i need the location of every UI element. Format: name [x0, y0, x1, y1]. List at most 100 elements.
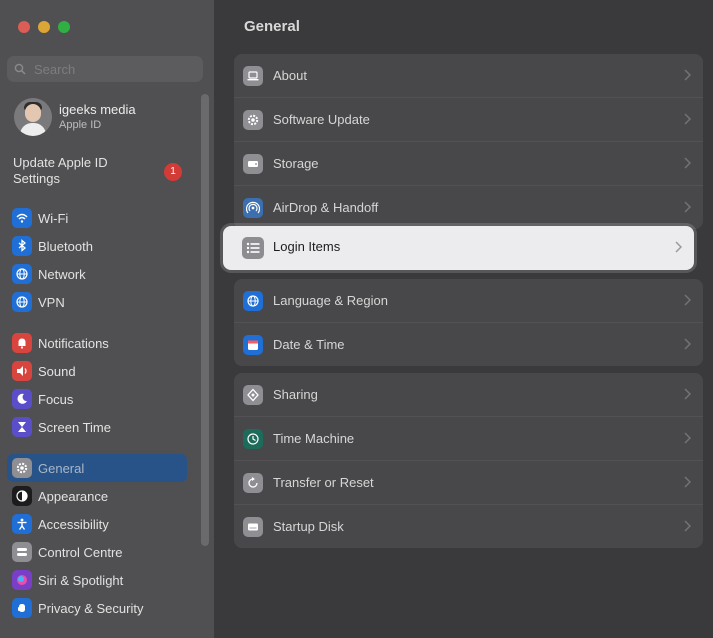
chevron-right-icon — [684, 338, 691, 350]
sidebar-item-label: Screen Time — [38, 419, 111, 435]
sidebar-item-sound[interactable]: Sound — [7, 357, 187, 385]
storage-icon — [243, 153, 263, 174]
chevron-right-icon — [684, 201, 691, 213]
settings-row-language-region[interactable]: Language & Region — [234, 279, 703, 322]
settings-group: About Software Update Storage AirDrop & Han… — [234, 54, 703, 229]
sidebar-item-label: Siri & Spotlight — [38, 572, 124, 588]
settings-row-storage[interactable]: Storage — [234, 141, 703, 185]
globe-icon — [12, 292, 32, 312]
siri-icon — [12, 570, 32, 590]
settings-row-label: Storage — [273, 156, 319, 171]
sidebar-scrollbar[interactable] — [201, 94, 209, 546]
sidebar-item-appearance[interactable]: Appearance — [7, 482, 187, 510]
sidebar-item-general[interactable]: General — [7, 454, 187, 482]
account-name: igeeks media — [59, 102, 136, 117]
gear-icon — [12, 458, 32, 478]
sidebar-item-wi-fi[interactable]: Wi-Fi — [7, 204, 187, 232]
settings-row-transfer-or-reset[interactable]: Transfer or Reset — [234, 460, 703, 504]
chevron-right-icon — [684, 388, 691, 400]
close-button[interactable] — [18, 21, 30, 33]
globe-icon — [12, 264, 32, 284]
settings-row-date-time[interactable]: Date & Time — [234, 322, 703, 366]
avatar — [14, 98, 52, 136]
sidebar-group: Wi-Fi Bluetooth Network VPN — [7, 204, 187, 316]
reset-icon — [243, 472, 263, 493]
time-machine-icon — [243, 428, 263, 449]
sidebar-item-bluetooth[interactable]: Bluetooth — [7, 232, 187, 260]
login-items-label: Login Items — [273, 239, 341, 254]
zoom-button[interactable] — [58, 21, 70, 33]
search-field[interactable] — [7, 56, 203, 82]
sidebar-item-label: Privacy & Security — [38, 600, 144, 616]
settings-row-label: Software Update — [273, 112, 370, 127]
wifi-icon — [12, 208, 32, 228]
sidebar-item-label: Sound — [38, 363, 76, 379]
hand-icon — [12, 598, 32, 618]
sidebar-item-label: Focus — [38, 391, 74, 407]
window-controls — [18, 21, 70, 33]
settings-row-label: AirDrop & Handoff — [273, 200, 379, 215]
settings-row-time-machine[interactable]: Time Machine — [234, 416, 703, 460]
bell-icon — [12, 333, 32, 353]
settings-row-startup-disk[interactable]: Startup Disk — [234, 504, 703, 548]
airdrop-icon — [243, 197, 263, 218]
sidebar-item-label: Wi-Fi — [38, 210, 69, 226]
sidebar-item-accessibility[interactable]: Accessibility — [7, 510, 187, 538]
apple-id-account[interactable]: igeeks media Apple ID — [14, 98, 136, 136]
settings-row-airdrop-handoff[interactable]: AirDrop & Handoff — [234, 185, 703, 229]
settings-row-software-update[interactable]: Software Update — [234, 97, 703, 141]
sidebar-item-label: VPN — [38, 294, 65, 310]
sidebar-item-notifications[interactable]: Notifications — [7, 329, 187, 357]
account-subtitle: Apple ID — [59, 119, 102, 131]
hourglass-icon — [12, 417, 32, 437]
accessibility-icon — [12, 514, 32, 534]
bluetooth-icon — [12, 236, 32, 256]
sidebar-item-screen-time[interactable]: Screen Time — [7, 413, 187, 441]
globe-icon — [243, 290, 263, 311]
sidebar-item-control-centre[interactable]: Control Centre — [7, 538, 187, 566]
chevron-right-icon — [684, 294, 691, 306]
chevron-right-icon — [684, 157, 691, 169]
gear-icon — [243, 109, 263, 130]
settings-row-about[interactable]: About — [234, 54, 703, 97]
settings-group: Sharing Time Machine Transfer or Reset Star… — [234, 373, 703, 548]
sidebar-item-focus[interactable]: Focus — [7, 385, 187, 413]
chevron-right-icon — [675, 241, 682, 253]
sidebar-item-label: Control Centre — [38, 544, 123, 560]
search-icon — [14, 63, 26, 75]
sidebar-item-label: Bluetooth — [38, 238, 93, 254]
page-title: General — [244, 18, 300, 35]
login-items-row[interactable]: Login Items — [223, 226, 694, 270]
settings-row-label: Sharing — [273, 387, 318, 402]
control-centre-icon — [12, 542, 32, 562]
sharing-icon — [243, 384, 263, 405]
moon-icon — [12, 389, 32, 409]
chevron-right-icon — [684, 113, 691, 125]
search-input[interactable] — [32, 60, 186, 78]
settings-row-label: Language & Region — [273, 293, 388, 308]
update-apple-id-settings[interactable]: Update Apple ID Settings 1 — [13, 155, 185, 187]
sidebar-group: General Appearance Accessibility Control Ce… — [7, 454, 187, 622]
settings-row-label: About — [273, 68, 307, 83]
sidebar-item-label: Notifications — [38, 335, 109, 351]
appearance-icon — [12, 486, 32, 506]
sidebar-item-label: General — [38, 460, 85, 476]
main-pane: General About Software Update Storage AirDr… — [214, 0, 713, 638]
minimize-button[interactable] — [38, 21, 50, 33]
laptop-icon — [243, 65, 263, 86]
settings-group: Language & Region Date & Time — [234, 279, 703, 366]
settings-row-label: Startup Disk — [273, 519, 344, 534]
sidebar-item-siri-spotlight[interactable]: Siri & Spotlight — [7, 566, 187, 594]
system-settings-window: igeeks media Apple ID Update Apple ID Se… — [0, 0, 713, 638]
chevron-right-icon — [684, 476, 691, 488]
sidebar-item-privacy-security[interactable]: Privacy & Security — [7, 594, 187, 622]
sidebar-item-vpn[interactable]: VPN — [7, 288, 187, 316]
update-label: Update Apple ID Settings — [13, 155, 108, 186]
settings-row-label: Time Machine — [273, 431, 355, 446]
settings-row-sharing[interactable]: Sharing — [234, 373, 703, 416]
notification-badge: 1 — [164, 163, 182, 181]
settings-row-label: Date & Time — [273, 337, 345, 352]
sidebar-group: Notifications Sound Focus Screen Time — [7, 329, 187, 441]
sidebar-item-network[interactable]: Network — [7, 260, 187, 288]
disk-icon — [243, 516, 263, 537]
